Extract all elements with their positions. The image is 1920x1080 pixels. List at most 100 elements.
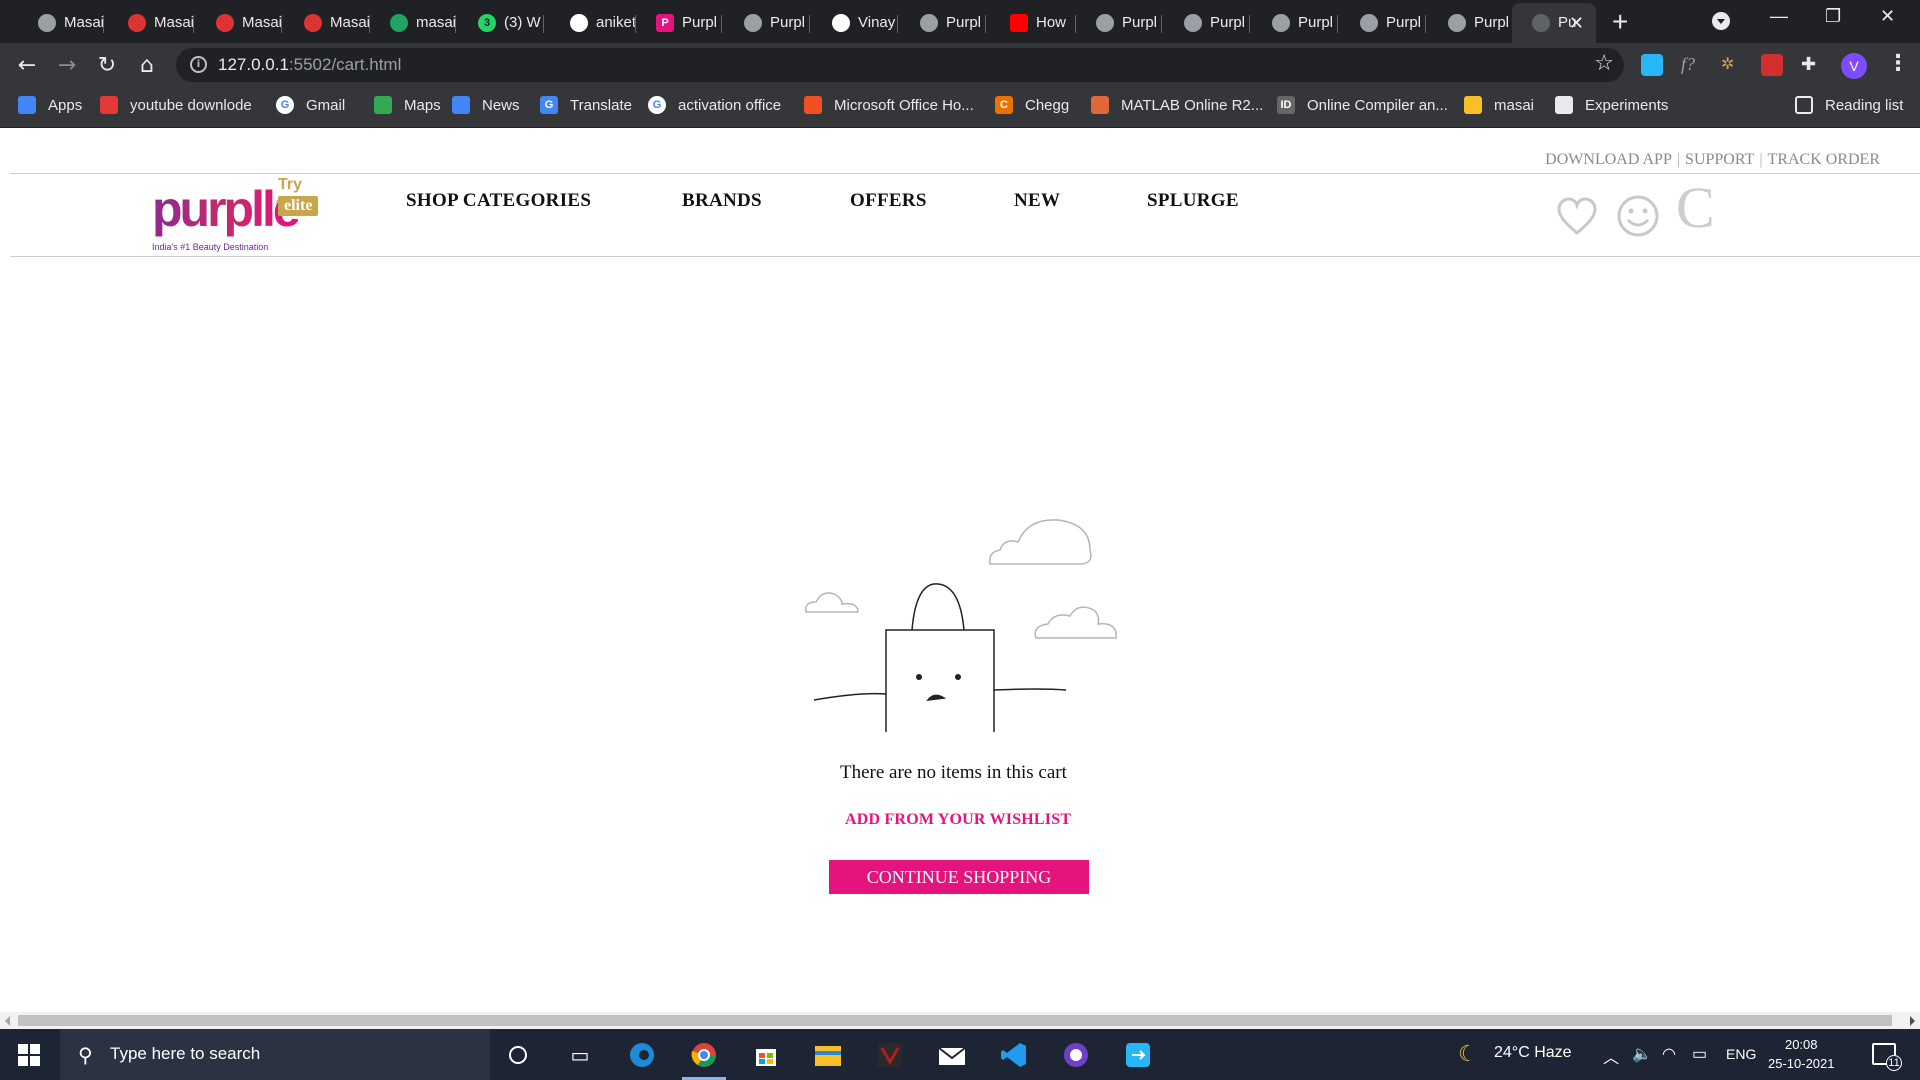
tab[interactable]: masai: [370, 6, 456, 40]
site-logo[interactable]: purplle .com Try elite India's #1 Beauty…: [150, 176, 335, 256]
bookmark-star-icon[interactable]: ☆: [1594, 51, 1614, 76]
tab[interactable]: Masai: [108, 6, 194, 40]
menu-kebab-icon[interactable]: ⋮: [1887, 51, 1909, 76]
task-view-icon[interactable]: ▭: [564, 1039, 596, 1071]
window-close-icon[interactable]: ✕: [1880, 6, 1895, 27]
cortana-icon[interactable]: [502, 1039, 534, 1071]
bookmark-item[interactable]: Maps: [374, 96, 441, 114]
new-tab-button[interactable]: +: [1612, 6, 1628, 38]
bookmark-item[interactable]: ID Online Compiler an...: [1277, 96, 1448, 114]
continue-shopping-button[interactable]: CONTINUE SHOPPING: [829, 860, 1089, 894]
bookmark-item[interactable]: Apps: [18, 96, 82, 114]
tab[interactable]: Purpl: [1252, 6, 1338, 40]
extension-icon[interactable]: [1641, 54, 1663, 76]
nav-offers[interactable]: OFFERS: [850, 190, 927, 212]
chegg-icon: C: [995, 96, 1013, 114]
account-smile-icon[interactable]: [1616, 194, 1660, 238]
bookmark-item[interactable]: MATLAB Online R2...: [1091, 96, 1263, 114]
tab-title: Purpl: [770, 14, 806, 31]
tab-search-icon[interactable]: [1712, 12, 1730, 30]
predator-app-icon[interactable]: [874, 1039, 906, 1071]
nav-new[interactable]: NEW: [1014, 190, 1060, 212]
bookmark-item[interactable]: G Translate: [540, 96, 632, 114]
bookmark-item[interactable]: News: [452, 96, 520, 114]
store-icon[interactable]: [750, 1039, 782, 1071]
tab[interactable]: Masai: [284, 6, 370, 40]
horizontal-scrollbar[interactable]: [0, 1012, 1920, 1029]
bookmark-item[interactable]: youtube downlode: [100, 96, 252, 114]
clock-date: 25-10-2021: [1768, 1056, 1835, 1071]
profile-letter-icon[interactable]: C: [1676, 174, 1715, 241]
tab[interactable]: Purpl: [1076, 6, 1162, 40]
address-bar[interactable]: i 127.0.0.1:5502/cart.html ☆: [176, 48, 1624, 82]
vscode-icon[interactable]: [998, 1039, 1030, 1071]
notification-center-icon[interactable]: 11: [1872, 1043, 1902, 1071]
mail-icon[interactable]: [936, 1039, 968, 1071]
extensions-puzzle-icon[interactable]: ✚: [1801, 54, 1823, 76]
formula-extension-icon[interactable]: f?: [1681, 54, 1703, 76]
reading-list[interactable]: Reading list: [1795, 96, 1903, 114]
home-icon[interactable]: ⌂: [134, 52, 160, 78]
bookmark-item[interactable]: Gactivation office: [648, 96, 781, 114]
bookmark-item[interactable]: Experiments: [1555, 96, 1668, 114]
scrollbar-thumb[interactable]: [18, 1015, 1892, 1026]
close-icon[interactable]: ✕: [1569, 13, 1584, 34]
wifi-icon[interactable]: ◠: [1662, 1044, 1676, 1064]
nav-shop-categories[interactable]: SHOP CATEGORIES: [406, 190, 591, 212]
reload-icon[interactable]: ↻: [94, 52, 120, 78]
weather-icon[interactable]: ☾: [1458, 1041, 1478, 1067]
tab[interactable]: Purpl: [724, 6, 810, 40]
volume-icon[interactable]: 🔈: [1632, 1044, 1652, 1064]
support-link[interactable]: SUPPORT: [1685, 151, 1754, 168]
nav-splurge[interactable]: SPLURGE: [1147, 190, 1239, 212]
tab-active[interactable]: Pu ✕: [1512, 3, 1596, 43]
restore-icon[interactable]: ❐: [1825, 6, 1841, 27]
reading-list-label: Reading list: [1825, 96, 1904, 114]
windows-start-icon[interactable]: [18, 1044, 40, 1066]
profile-avatar[interactable]: V: [1841, 53, 1867, 79]
tab[interactable]: Vinay: [812, 6, 898, 40]
download-app-link[interactable]: DOWNLOAD APP: [1545, 151, 1672, 168]
scroll-right-icon[interactable]: [1910, 1016, 1915, 1026]
weather-text[interactable]: 24°C Haze: [1494, 1044, 1572, 1062]
bookmark-item[interactable]: C Chegg: [995, 96, 1069, 114]
bookmark-item[interactable]: Microsoft Office Ho...: [804, 96, 974, 114]
back-icon[interactable]: ←: [14, 52, 40, 78]
tab[interactable]: Masai: [18, 6, 104, 40]
whatsapp-icon: 3: [478, 14, 496, 32]
chrome-icon[interactable]: [682, 1039, 726, 1080]
globe-icon: [1272, 14, 1290, 32]
bookmark-item[interactable]: masai: [1464, 96, 1534, 114]
nav-brands[interactable]: BRANDS: [682, 190, 762, 212]
scroll-left-icon[interactable]: [5, 1016, 10, 1026]
taskbar-search-box[interactable]: ⚲ Type here to search: [60, 1029, 490, 1080]
add-from-wishlist-link[interactable]: ADD FROM YOUR WISHLIST: [845, 811, 1071, 829]
edge-icon[interactable]: [626, 1039, 658, 1071]
bookmark-label: Experiments: [1585, 96, 1669, 114]
tab[interactable]: aniket: [550, 6, 636, 40]
minimize-icon[interactable]: —: [1770, 6, 1788, 27]
forward-icon[interactable]: →: [54, 52, 80, 78]
wishlist-heart-icon[interactable]: [1556, 196, 1598, 238]
github-desktop-icon[interactable]: [1060, 1039, 1092, 1071]
battery-icon[interactable]: ▭: [1692, 1044, 1707, 1064]
show-hidden-icons[interactable]: ︿: [1603, 1044, 1619, 1068]
extension-icon[interactable]: ✲: [1721, 54, 1743, 76]
tab[interactable]: Purpl: [1340, 6, 1426, 40]
tab[interactable]: P Purpl: [636, 6, 722, 40]
tab[interactable]: Purpl: [1164, 6, 1250, 40]
teamviewer-icon[interactable]: [1122, 1039, 1154, 1071]
tab[interactable]: 3 (3) W: [458, 6, 544, 40]
tab[interactable]: Purpl: [1428, 6, 1514, 40]
language-indicator[interactable]: ENG: [1726, 1046, 1756, 1062]
clock[interactable]: 20:08 25-10-2021: [1768, 1035, 1835, 1073]
file-explorer-icon[interactable]: [812, 1039, 844, 1071]
track-order-link[interactable]: TRACK ORDER: [1768, 151, 1880, 168]
tab[interactable]: Purpl: [900, 6, 986, 40]
windows-taskbar: ⚲ Type here to search ▭ ☾ 24°C Haze ︿ 🔈 …: [0, 1029, 1920, 1080]
site-info-icon[interactable]: i: [190, 56, 207, 73]
bookmark-item[interactable]: G Gmail: [276, 96, 345, 114]
tab[interactable]: Masai: [196, 6, 282, 40]
tab[interactable]: How: [990, 6, 1076, 40]
pdf-extension-icon[interactable]: [1761, 54, 1783, 76]
